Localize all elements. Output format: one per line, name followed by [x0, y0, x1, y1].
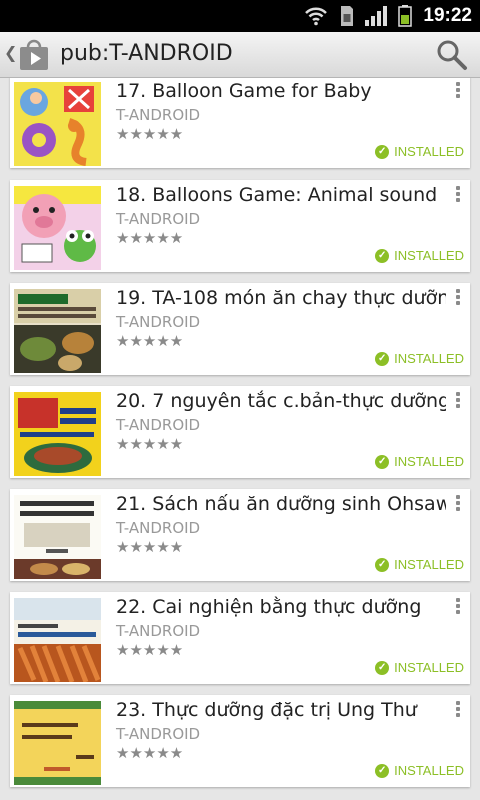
installed-label: INSTALLED — [394, 557, 464, 572]
rating-stars: ★★★★★ — [116, 641, 184, 659]
app-list-item[interactable]: 20. 7 nguyên tắc c.bản-thực dưỡng T-ANDR… — [10, 386, 470, 478]
rating-stars: ★★★★★ — [116, 744, 184, 762]
installed-label: INSTALLED — [394, 454, 464, 469]
installed-badge: ✓ INSTALLED — [375, 660, 464, 675]
app-publisher: T-ANDROID — [116, 416, 201, 434]
app-publisher: T-ANDROID — [116, 725, 201, 743]
back-chevron-icon[interactable]: ❮ — [4, 43, 17, 62]
app-thumbnail — [14, 82, 101, 166]
app-thumbnail — [14, 289, 101, 373]
app-list-item[interactable]: 22. Cai nghiện bằng thực dưỡng T-ANDROID… — [10, 592, 470, 684]
overflow-menu-icon[interactable] — [450, 184, 466, 206]
app-list-item[interactable]: 23. Thực dưỡng đặc trị Ung Thư T-ANDROID… — [10, 695, 470, 787]
installed-label: INSTALLED — [394, 351, 464, 366]
status-time: 19:22 — [423, 5, 472, 26]
app-thumbnail — [14, 186, 101, 270]
rating-stars: ★★★★★ — [116, 125, 184, 143]
installed-label: INSTALLED — [394, 248, 464, 263]
installed-badge: ✓ INSTALLED — [375, 351, 464, 366]
app-list-item[interactable]: 18. Balloons Game: Animal sound T-ANDROI… — [10, 180, 470, 272]
play-store-logo-icon[interactable] — [17, 38, 51, 72]
overflow-menu-icon[interactable] — [450, 493, 466, 515]
installed-badge: ✓ INSTALLED — [375, 763, 464, 778]
check-icon: ✓ — [375, 144, 390, 159]
app-title: 19. TA-108 món ăn chay thực dưỡng — [116, 287, 446, 309]
installed-label: INSTALLED — [394, 660, 464, 675]
overflow-menu-icon[interactable] — [450, 390, 466, 412]
app-publisher: T-ANDROID — [116, 519, 201, 537]
status-bar: 19:22 — [0, 0, 480, 32]
check-icon: ✓ — [375, 454, 390, 469]
rating-stars: ★★★★★ — [116, 435, 184, 453]
app-list: 17. Balloon Game for Baby T-ANDROID ★★★★… — [0, 78, 480, 800]
app-publisher: T-ANDROID — [116, 106, 201, 124]
rating-stars: ★★★★★ — [116, 538, 184, 556]
installed-label: INSTALLED — [394, 763, 464, 778]
app-title: 22. Cai nghiện bằng thực dưỡng — [116, 596, 422, 618]
app-list-item[interactable]: 19. TA-108 món ăn chay thực dưỡng T-ANDR… — [10, 283, 470, 375]
signal-icon — [365, 6, 387, 26]
sim-card-icon — [341, 6, 353, 26]
installed-badge: ✓ INSTALLED — [375, 248, 464, 263]
page-title: pub:T-ANDROID — [60, 41, 233, 66]
rating-stars: ★★★★★ — [116, 229, 184, 247]
app-publisher: T-ANDROID — [116, 313, 201, 331]
app-title: 20. 7 nguyên tắc c.bản-thực dưỡng — [116, 390, 446, 412]
overflow-menu-icon[interactable] — [450, 287, 466, 309]
installed-badge: ✓ INSTALLED — [375, 144, 464, 159]
overflow-menu-icon[interactable] — [450, 699, 466, 721]
action-bar: ❮ pub:T-ANDROID — [0, 32, 480, 78]
app-thumbnail — [14, 392, 101, 476]
app-thumbnail — [14, 701, 101, 785]
rating-stars: ★★★★★ — [116, 332, 184, 350]
search-icon[interactable] — [436, 39, 468, 71]
overflow-menu-icon[interactable] — [450, 80, 466, 102]
check-icon: ✓ — [375, 763, 390, 778]
installed-label: INSTALLED — [394, 144, 464, 159]
app-publisher: T-ANDROID — [116, 622, 201, 640]
overflow-menu-icon[interactable] — [450, 596, 466, 618]
app-title: 21. Sách nấu ăn dưỡng sinh Ohsawa — [116, 493, 446, 515]
app-list-item[interactable]: 17. Balloon Game for Baby T-ANDROID ★★★★… — [10, 78, 470, 168]
battery-icon — [398, 5, 412, 27]
app-publisher: T-ANDROID — [116, 210, 201, 228]
check-icon: ✓ — [375, 557, 390, 572]
app-thumbnail — [14, 495, 101, 579]
check-icon: ✓ — [375, 351, 390, 366]
app-thumbnail — [14, 598, 101, 682]
check-icon: ✓ — [375, 248, 390, 263]
app-list-item[interactable]: 21. Sách nấu ăn dưỡng sinh Ohsawa T-ANDR… — [10, 489, 470, 581]
app-title: 23. Thực dưỡng đặc trị Ung Thư — [116, 699, 417, 721]
wifi-icon — [305, 7, 327, 26]
check-icon: ✓ — [375, 660, 390, 675]
app-title: 18. Balloons Game: Animal sound — [116, 184, 438, 206]
installed-badge: ✓ INSTALLED — [375, 557, 464, 572]
installed-badge: ✓ INSTALLED — [375, 454, 464, 469]
app-title: 17. Balloon Game for Baby — [116, 80, 372, 102]
